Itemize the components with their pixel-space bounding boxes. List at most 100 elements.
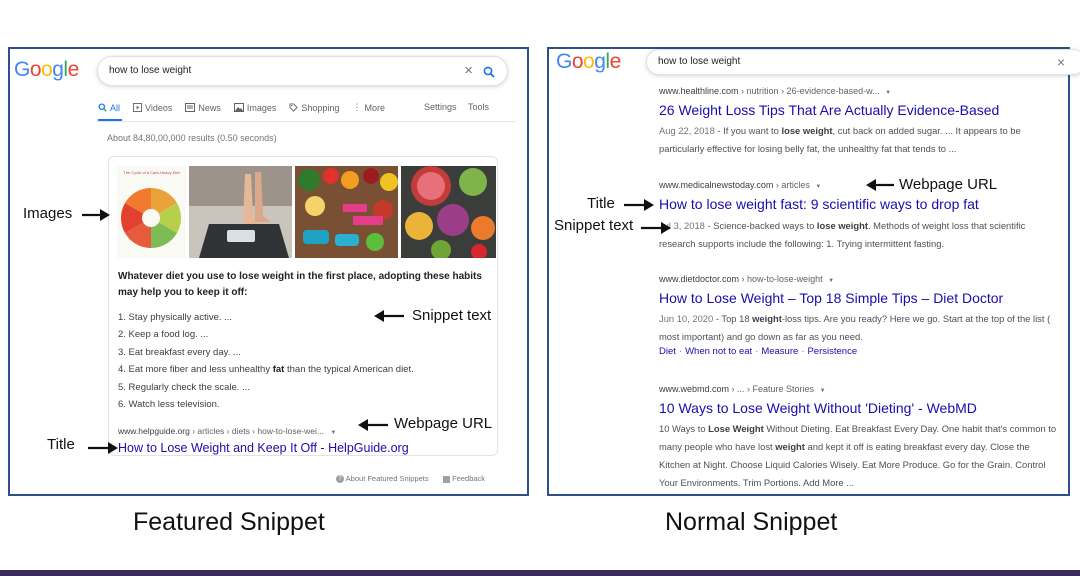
result-snippet: 10 Ways to Lose Weight Without Dieting. …	[659, 420, 1059, 492]
search-tabs: All Videos News Images Shopping ⋮ More	[98, 102, 385, 113]
annotation-webpage-url: Webpage URL	[394, 415, 493, 432]
arrow-left-icon	[358, 419, 388, 431]
sitelink-separator: ·	[678, 346, 683, 357]
sitelink-when-not-to-eat[interactable]: When not to eat	[685, 346, 752, 357]
result-url: www.healthline.com › nutrition › 26-evid…	[659, 86, 891, 96]
arrow-right-icon	[641, 222, 671, 234]
tools-link[interactable]: Tools	[468, 102, 489, 112]
url-breadcrumb: › articles › diets › how-to-lose-wei...	[189, 426, 324, 436]
scale-photo-image[interactable]	[189, 166, 292, 258]
result-title-link[interactable]: 10 Ways to Lose Weight Without 'Dieting'…	[659, 400, 977, 416]
list-item-keyword: fat	[272, 364, 285, 376]
url-domain: www.medicalnewstoday.com	[659, 180, 774, 190]
result-title-link[interactable]: 26 Weight Loss Tips That Are Actually Ev…	[659, 102, 999, 118]
annotation-snippet-text: Snippet text	[554, 217, 634, 234]
settings-link[interactable]: Settings	[424, 102, 457, 112]
tab-videos[interactable]: Videos	[133, 102, 172, 113]
clear-icon[interactable]: ×	[464, 57, 473, 85]
snippet-keyword: lose weight	[816, 220, 868, 231]
result-date: Jun 10, 2020	[659, 313, 714, 324]
sitelink-diet[interactable]: Diet	[659, 346, 676, 357]
annotation-images: Images	[23, 205, 73, 222]
caret-down-icon[interactable]: ▼	[885, 90, 891, 96]
list-item: 6. Watch less television.	[118, 398, 220, 410]
fruits-weights-photo-image[interactable]	[295, 166, 398, 258]
search-icon[interactable]	[483, 57, 495, 85]
list-item: 1. Stay physically active. ...	[118, 312, 233, 323]
pie-diagram-caption: The Cycle of a Carb-Heavy Diet	[123, 170, 180, 175]
pie-chart-graphic	[120, 188, 182, 248]
caption-featured-snippet: Featured Snippet	[133, 508, 325, 536]
pie-diagram-image[interactable]: The Cycle of a Carb-Heavy Diet	[117, 166, 186, 258]
image-icon	[233, 103, 244, 112]
snippet-text: 10 Ways to	[659, 423, 709, 434]
lead-keyword: lose weight	[239, 271, 294, 282]
snippet-keyword: weight	[752, 313, 782, 324]
snippet-text: - Science-backed ways to	[704, 220, 817, 231]
result-title-link[interactable]: How to Lose Weight – Top 18 Simple Tips …	[659, 290, 1003, 306]
caret-down-icon[interactable]: ▼	[815, 184, 821, 190]
sitelink-measure[interactable]: Measure	[761, 346, 798, 357]
tab-all[interactable]: All	[98, 102, 120, 113]
arrow-right-icon	[88, 442, 118, 454]
search-query: how to lose weight	[658, 56, 741, 67]
annotation-webpage-url: Webpage URL	[899, 176, 998, 193]
tag-icon	[289, 103, 299, 112]
sitelinks: Diet · When not to eat · Measure · Persistence	[659, 346, 857, 357]
tab-news[interactable]: News	[185, 102, 221, 113]
search-icon	[98, 103, 107, 112]
result-title-link[interactable]: How to lose weight fast: 9 scientific wa…	[659, 196, 979, 212]
search-query: how to lose weight	[109, 65, 192, 76]
feedback-link[interactable]: Feedback	[443, 474, 485, 483]
about-featured-snippets-link[interactable]: ? About Featured Snippets	[336, 474, 429, 484]
feedback-label: Feedback	[452, 474, 486, 483]
tab-shopping[interactable]: Shopping	[289, 102, 339, 113]
snippet-text: - If you want to	[714, 125, 782, 136]
featured-snippet-title-link[interactable]: How to Lose Weight and Keep It Off - Hel…	[118, 441, 409, 455]
sitelink-persistence[interactable]: Persistence	[807, 346, 857, 357]
url-domain: www.healthline.com	[659, 86, 739, 96]
tab-more[interactable]: ⋮ More	[352, 102, 385, 113]
google-logo[interactable]: Google	[14, 58, 79, 82]
arrow-right-icon	[82, 209, 110, 221]
lead-text: Whatever diet you use to	[118, 271, 240, 282]
snippet-keyword: weight	[775, 441, 805, 452]
result-url: www.webmd.com › ... › Feature Stories ▼	[659, 384, 826, 394]
fruits-and-dumbbells-photo	[295, 166, 398, 258]
search-input[interactable]: how to lose weight ×	[97, 56, 508, 86]
caret-down-icon[interactable]: ▼	[828, 278, 834, 284]
tab-images[interactable]: Images	[233, 102, 276, 113]
url-breadcrumb: › how-to-lose-weight	[739, 274, 823, 284]
healthy-food-photo	[401, 166, 496, 258]
list-item: 4. Eat more fiber and less unhealthy fat…	[118, 361, 414, 378]
healthy-food-photo-image[interactable]	[401, 166, 496, 258]
featured-snippet-url: www.helpguide.org › articles › diets › h…	[118, 426, 336, 436]
caret-down-icon[interactable]: ▼	[820, 388, 826, 394]
more-vert-icon: ⋮	[352, 102, 362, 112]
clear-icon[interactable]: ×	[1057, 50, 1065, 74]
annotation-snippet-text: Snippet text	[412, 307, 492, 324]
url-domain: www.dietdoctor.com	[659, 274, 740, 284]
video-icon	[133, 103, 143, 112]
result-snippet: Jul 3, 2018 - Science-backed ways to los…	[659, 217, 1059, 253]
url-domain: www.webmd.com	[659, 384, 730, 394]
list-item: 3. Eat breakfast every day. ...	[118, 346, 241, 358]
list-item: 5. Regularly check the scale. ...	[118, 381, 251, 393]
tabs-divider	[96, 121, 516, 122]
snippet-keyword: Lose Weight	[708, 423, 764, 434]
bottom-divider	[0, 570, 1080, 576]
list-item-text: than the typical American diet.	[284, 364, 414, 376]
news-icon	[185, 103, 196, 112]
help-icon: ?	[336, 475, 344, 484]
caret-down-icon[interactable]: ▼	[330, 430, 336, 436]
result-url: www.medicalnewstoday.com › articles ▼	[659, 180, 821, 190]
result-stats: About 84,80,00,000 results (0.50 seconds…	[107, 133, 277, 143]
featured-snippet-list: 1. Stay physically active. ... 2. Keep a…	[118, 309, 414, 413]
search-input[interactable]: how to lose weight ×	[646, 49, 1080, 75]
about-label: About Featured Snippets	[345, 474, 429, 483]
list-item-text: 4. Eat more fiber and less unhealthy	[118, 364, 273, 376]
snippet-keyword: lose weight	[781, 125, 833, 136]
arrow-left-icon	[866, 179, 894, 191]
google-logo[interactable]: Google	[556, 50, 621, 74]
caption-normal-snippet: Normal Snippet	[665, 508, 838, 536]
